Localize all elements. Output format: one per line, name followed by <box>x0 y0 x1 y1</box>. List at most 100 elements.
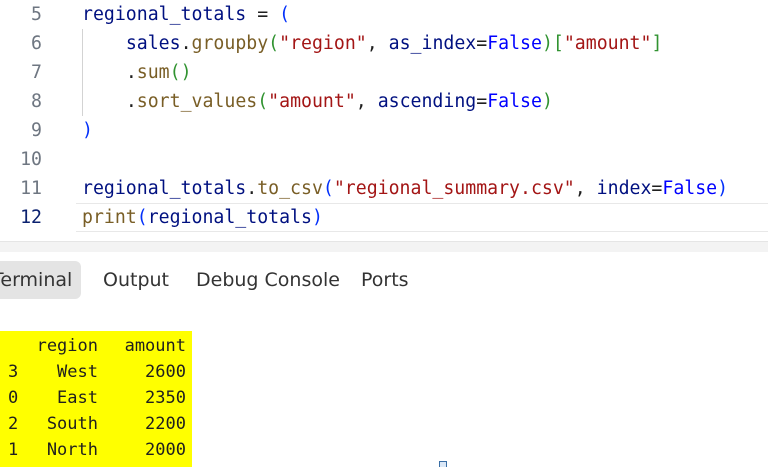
row-amount: 2350 <box>145 388 186 408</box>
code-token: "amount" <box>268 91 356 112</box>
line-number: 5 <box>31 4 42 25</box>
code-token: as_index <box>388 33 477 54</box>
code-token: print <box>82 207 137 228</box>
code-token: , <box>355 91 378 112</box>
code-line[interactable]: 6 sales.groupby("region", as_index=False… <box>0 29 768 58</box>
row-region: East <box>57 388 98 408</box>
tab-debug-console-label: Debug Console <box>196 269 340 291</box>
code-token: sort_values <box>136 91 258 112</box>
row-amount: 2600 <box>145 362 186 382</box>
code-line[interactable]: 9) <box>0 116 768 145</box>
code-token: index <box>596 178 652 199</box>
code-token: ] <box>651 33 663 54</box>
tab-ports-label: Ports <box>361 269 409 291</box>
header-amount: amount <box>124 336 186 356</box>
code-token: "region" <box>279 33 367 54</box>
code-token: sales <box>125 33 181 54</box>
code-token: ( <box>136 207 148 228</box>
code-line[interactable]: 12 print(regional_totals) <box>0 203 768 232</box>
code-line[interactable]: 10 <box>0 145 768 174</box>
vscode-window: 5 regional_totals = (6 sales.groupby("reg… <box>0 0 768 467</box>
tab-output[interactable]: Output <box>103 261 169 299</box>
code-token: sum <box>136 62 170 83</box>
dataframe-row: 0 East 2350 <box>0 385 192 411</box>
line-number: 12 <box>20 207 42 228</box>
code-token: = <box>476 91 488 112</box>
code-token: ) <box>311 207 323 228</box>
line-number: 8 <box>31 91 42 112</box>
terminal-cursor-icon <box>439 461 447 467</box>
line-number: 9 <box>31 120 42 141</box>
tab-terminal-label: Terminal <box>0 269 73 291</box>
panel-tab-bar: Terminal Output Debug Console Ports <box>0 252 768 310</box>
dataframe-row: 2 South 2200 <box>0 411 192 437</box>
row-region: West <box>57 362 98 382</box>
code-token: ( <box>268 33 280 54</box>
code-token: . <box>246 178 258 199</box>
code-token: ascending <box>377 91 477 112</box>
row-index: 1 <box>8 440 19 460</box>
code-token: False <box>487 33 542 54</box>
row-amount: 2200 <box>145 414 186 434</box>
code-text: .sort_values("amount", ascending=False) <box>82 87 553 116</box>
panel-divider[interactable] <box>0 241 768 252</box>
row-region: North <box>46 440 98 460</box>
code-token: = <box>476 33 488 54</box>
code-token: ) <box>541 33 553 54</box>
code-token: , <box>366 33 389 54</box>
code-token: regional_totals <box>82 4 247 25</box>
line-number: 7 <box>31 62 42 83</box>
code-token: ( <box>257 91 269 112</box>
code-token: False <box>487 91 542 112</box>
code-token: regional_totals <box>82 178 247 199</box>
code-line[interactable]: 7 .sum() <box>0 58 768 87</box>
code-token: False <box>662 178 718 199</box>
code-token: . <box>180 33 192 54</box>
line-number: 10 <box>20 149 42 170</box>
dataframe-header: region amount <box>0 333 192 359</box>
code-token: groupby <box>191 33 269 54</box>
line-number: 6 <box>31 33 42 54</box>
row-index: 2 <box>8 414 19 434</box>
code-token: ) <box>541 91 553 112</box>
row-index: 3 <box>8 362 19 382</box>
code-line[interactable]: 8 .sort_values("amount", ascending=False… <box>0 87 768 116</box>
code-text: regional_totals = ( <box>82 0 290 29</box>
code-token: , <box>574 178 597 199</box>
tab-ports[interactable]: Ports <box>361 261 409 299</box>
row-index: 0 <box>8 388 19 408</box>
code-editor[interactable]: 5 regional_totals = (6 sales.groupby("reg… <box>0 0 768 241</box>
code-text: .sum() <box>82 58 192 87</box>
row-region: South <box>46 414 98 434</box>
code-text: print(regional_totals) <box>82 203 323 232</box>
code-token: ( <box>322 178 334 199</box>
code-token: ) <box>717 178 729 199</box>
tab-terminal[interactable]: Terminal <box>0 261 82 299</box>
code-line[interactable]: 11 regional_totals.to_csv("regional_summa… <box>0 174 768 203</box>
code-token: [ <box>552 33 564 54</box>
code-token: to_csv <box>257 178 323 199</box>
code-token: = <box>246 4 280 25</box>
dataframe-output: region amount 3 West 2600 0 East 2350 2 … <box>0 331 192 467</box>
code-token: regional_totals <box>147 207 312 228</box>
code-token: "amount" <box>563 33 652 54</box>
tab-output-label: Output <box>103 269 169 291</box>
code-token: = <box>651 178 663 199</box>
code-text: ) <box>82 116 93 145</box>
code-token: () <box>169 62 192 83</box>
line-number: 11 <box>20 178 42 199</box>
code-token: ( <box>279 4 291 25</box>
code-text: regional_totals.to_csv("regional_summary… <box>82 174 728 203</box>
code-token: ) <box>82 120 93 141</box>
dataframe-row: 3 West 2600 <box>0 359 192 385</box>
dataframe-row: 1 North 2000 <box>0 437 192 463</box>
code-line[interactable]: 5 regional_totals = ( <box>0 0 768 29</box>
code-token: . <box>125 62 137 83</box>
row-amount: 2000 <box>145 440 186 460</box>
terminal-output[interactable]: region amount 3 West 2600 0 East 2350 2 … <box>0 310 768 467</box>
code-text: sales.groupby("region", as_index=False)[… <box>82 29 663 58</box>
tab-debug-console[interactable]: Debug Console <box>196 261 340 299</box>
